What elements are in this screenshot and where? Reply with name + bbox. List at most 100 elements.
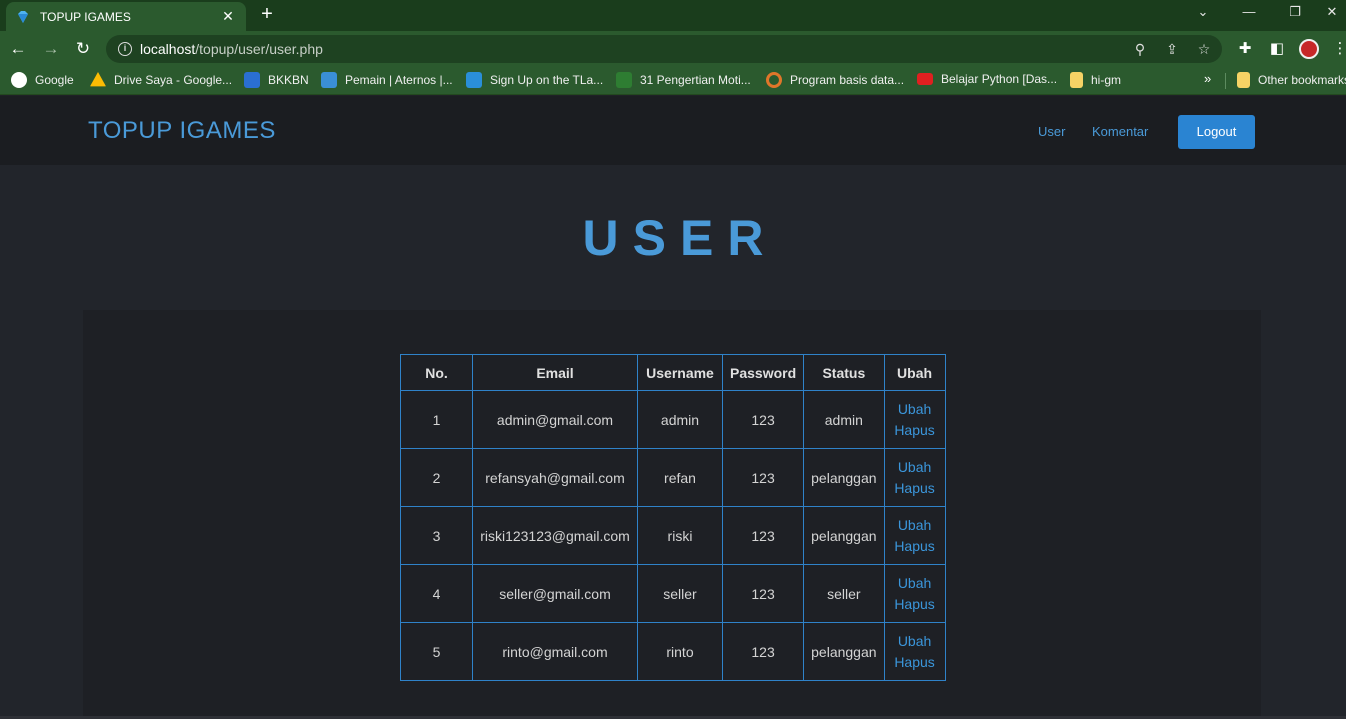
- table-row: 3 riski123123@gmail.com riski 123 pelang…: [400, 506, 946, 565]
- header-ubah: Ubah: [883, 354, 946, 391]
- site-brand[interactable]: TOPUP IGAMES: [88, 117, 276, 145]
- forward-icon[interactable]: →: [40, 38, 62, 60]
- bookmark-basis-data[interactable]: Program basis data...: [766, 72, 904, 88]
- bookmark-hi-gm[interactable]: hi-gm: [1070, 72, 1121, 88]
- page-title: USER: [582, 210, 778, 266]
- edit-link[interactable]: Ubah: [892, 515, 938, 536]
- cell-password: 123: [721, 448, 805, 507]
- tab-search-icon[interactable]: ⌄: [1180, 4, 1226, 20]
- cell-no: 4: [400, 564, 473, 623]
- edit-link[interactable]: Ubah: [892, 399, 938, 420]
- edit-link[interactable]: Ubah: [892, 573, 938, 594]
- side-panel-icon[interactable]: ◧: [1267, 39, 1287, 57]
- cell-actions: Ubah Hapus: [883, 448, 946, 507]
- table-row: 1 admin@gmail.com admin 123 admin Ubah H…: [400, 390, 946, 449]
- google-icon: [11, 72, 27, 88]
- cell-password: 123: [721, 506, 805, 565]
- new-tab-button[interactable]: +: [256, 3, 278, 26]
- delete-link[interactable]: Hapus: [892, 652, 938, 673]
- cell-username: rinto: [637, 622, 723, 681]
- chevron-more-icon[interactable]: »: [1204, 71, 1211, 86]
- browser-tab[interactable]: TOPUP IGAMES ✕: [6, 2, 246, 31]
- extensions-icon[interactable]: ✚: [1235, 39, 1255, 57]
- url-host: localhost: [140, 41, 196, 57]
- cell-no: 2: [400, 448, 473, 507]
- cell-username: refan: [637, 448, 723, 507]
- cell-status: pelanggan: [803, 448, 885, 507]
- bookmark-aternos[interactable]: Pemain | Aternos |...: [321, 72, 453, 88]
- info-icon[interactable]: i: [118, 42, 132, 56]
- bookmark-bkkbn[interactable]: BKKBN: [244, 72, 309, 88]
- cell-no: 3: [400, 506, 473, 565]
- address-bar[interactable]: i localhost/topup/user/user.php ⚲ ⇪ ☆: [106, 35, 1222, 63]
- table-row: 2 refansyah@gmail.com refan 123 pelangga…: [400, 448, 946, 507]
- browser-toolbar: ← → ↻ i localhost/topup/user/user.php ⚲ …: [0, 31, 1346, 67]
- header-username: Username: [637, 354, 723, 391]
- logout-button[interactable]: Logout: [1178, 115, 1255, 149]
- share-icon[interactable]: ⇪: [1163, 41, 1181, 58]
- zoom-icon[interactable]: ⚲: [1131, 41, 1149, 58]
- tlauncher-icon: [466, 72, 482, 88]
- cell-username: seller: [637, 564, 723, 623]
- cell-email: seller@gmail.com: [472, 564, 638, 623]
- diamond-icon: [18, 10, 28, 23]
- avatar[interactable]: [1299, 39, 1319, 59]
- user-table: No. Email Username Password Status Ubah …: [400, 354, 946, 681]
- back-icon[interactable]: ←: [7, 38, 29, 60]
- cell-actions: Ubah Hapus: [883, 390, 946, 449]
- edit-link[interactable]: Ubah: [892, 631, 938, 652]
- folder-icon: [1237, 72, 1250, 88]
- bookmark-google[interactable]: Google: [11, 72, 74, 88]
- bookmark-motivasi[interactable]: 31 Pengertian Moti...: [616, 72, 751, 88]
- cell-username: riski: [637, 506, 723, 565]
- cell-actions: Ubah Hapus: [883, 622, 946, 681]
- cell-email: riski123123@gmail.com: [472, 506, 638, 565]
- cell-status: pelanggan: [803, 506, 885, 565]
- cell-password: 123: [721, 564, 805, 623]
- delete-link[interactable]: Hapus: [892, 478, 938, 499]
- browser-tab-strip: TOPUP IGAMES ✕ + ⌄ — ❐ ✕: [0, 0, 1346, 31]
- cell-status: seller: [803, 564, 885, 623]
- graduation-icon: [616, 72, 632, 88]
- cell-actions: Ubah Hapus: [883, 506, 946, 565]
- bookmark-divider: [1225, 73, 1226, 89]
- bookmark-drive[interactable]: Drive Saya - Google...: [90, 72, 232, 88]
- other-bookmarks[interactable]: Other bookmarks: [1237, 72, 1346, 88]
- bookmark-star-icon[interactable]: ☆: [1195, 41, 1213, 58]
- cell-password: 123: [721, 622, 805, 681]
- reload-icon[interactable]: ↻: [72, 38, 94, 60]
- cell-no: 1: [400, 390, 473, 449]
- bkkbn-icon: [244, 72, 260, 88]
- table-header-row: No. Email Username Password Status Ubah: [400, 354, 946, 391]
- delete-link[interactable]: Hapus: [892, 594, 938, 615]
- bookmarks-bar: Google Drive Saya - Google... BKKBN Pema…: [0, 67, 1346, 95]
- restore-icon[interactable]: ❐: [1272, 4, 1318, 20]
- close-icon[interactable]: ✕: [220, 8, 236, 25]
- tab-title: TOPUP IGAMES: [40, 9, 131, 24]
- cell-email: refansyah@gmail.com: [472, 448, 638, 507]
- header-status: Status: [803, 354, 885, 391]
- header-no: No.: [400, 354, 473, 391]
- bookmark-tlauncher[interactable]: Sign Up on the TLa...: [466, 72, 603, 88]
- header-password: Password: [721, 354, 805, 391]
- url-path: /topup/user/user.php: [195, 41, 323, 57]
- table-row: 4 seller@gmail.com seller 123 seller Uba…: [400, 564, 946, 623]
- cell-status: admin: [803, 390, 885, 449]
- window-close-icon[interactable]: ✕: [1318, 4, 1346, 20]
- circle-icon: [766, 72, 782, 88]
- delete-link[interactable]: Hapus: [892, 536, 938, 557]
- nav-link-komentar[interactable]: Komentar: [1092, 124, 1148, 139]
- cell-email: rinto@gmail.com: [472, 622, 638, 681]
- menu-icon[interactable]: ⋮: [1330, 39, 1346, 57]
- nav-link-user[interactable]: User: [1038, 124, 1065, 139]
- minimize-icon[interactable]: —: [1226, 4, 1272, 19]
- cell-actions: Ubah Hapus: [883, 564, 946, 623]
- cell-email: admin@gmail.com: [472, 390, 638, 449]
- bookmark-python[interactable]: Belajar Python [Das...: [917, 72, 1057, 86]
- edit-link[interactable]: Ubah: [892, 457, 938, 478]
- youtube-icon: [917, 73, 933, 85]
- header-email: Email: [472, 354, 638, 391]
- cell-username: admin: [637, 390, 723, 449]
- delete-link[interactable]: Hapus: [892, 420, 938, 441]
- cell-status: pelanggan: [803, 622, 885, 681]
